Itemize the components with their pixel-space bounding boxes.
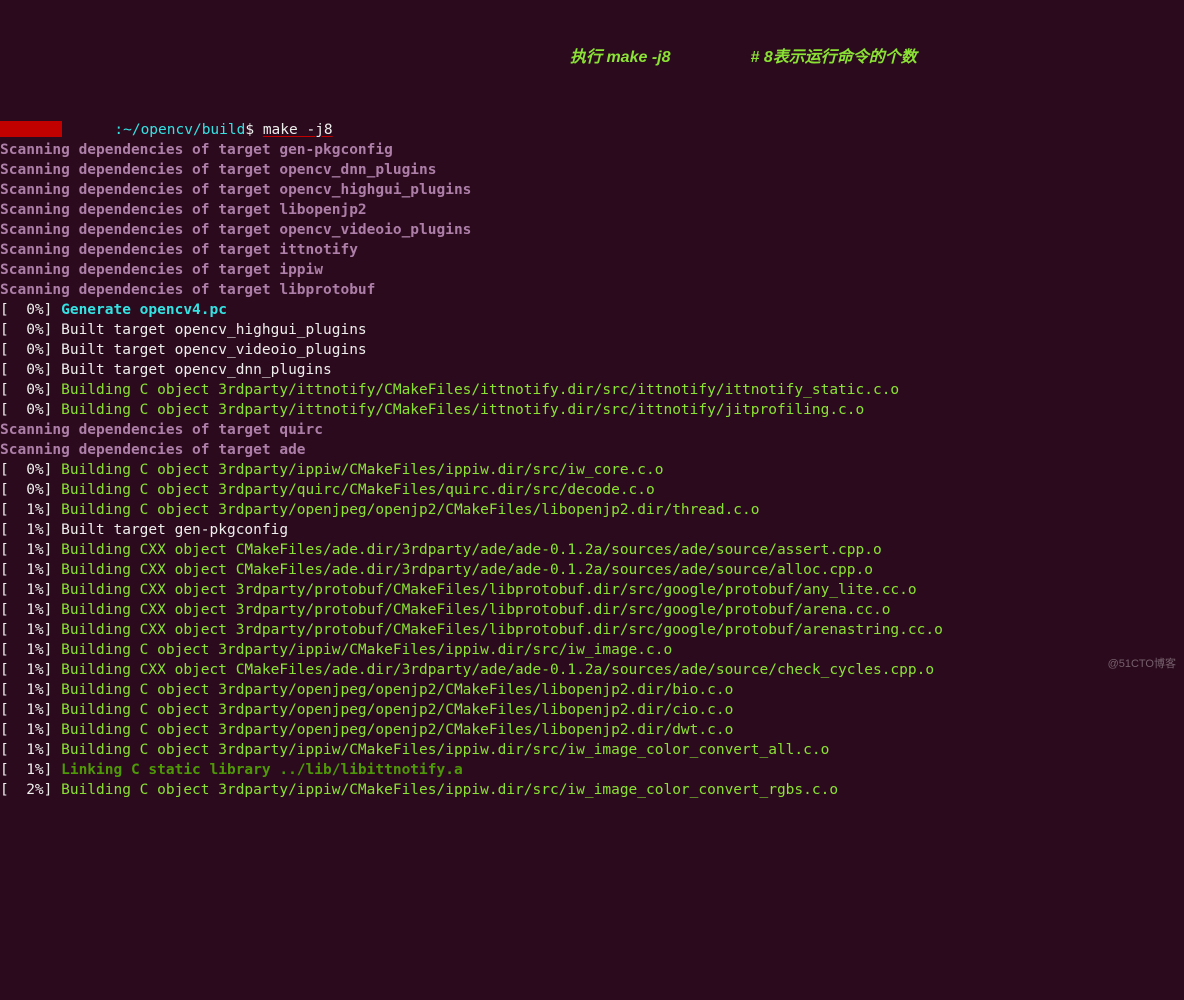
output-line: [ 0%] Building C object 3rdparty/quirc/C…: [0, 480, 1184, 500]
output-line: Scanning dependencies of target opencv_h…: [0, 180, 1184, 200]
output-line: [ 1%] Building CXX object CMakeFiles/ade…: [0, 540, 1184, 560]
prompt-symbol: $: [245, 122, 262, 138]
output-line: [ 1%] Building CXX object 3rdparty/proto…: [0, 620, 1184, 640]
output-line: [ 0%] Generate opencv4.pc: [0, 300, 1184, 320]
output-line: Scanning dependencies of target libopenj…: [0, 200, 1184, 220]
output-line: [ 1%] Building C object 3rdparty/ippiw/C…: [0, 740, 1184, 760]
annotation-overlay: 执行 make -j8 # 8表示运行命令的个数: [570, 48, 917, 68]
prompt-line[interactable]: :~/opencv/build$ make -j8: [0, 120, 1184, 140]
output-line: [ 1%] Building C object 3rdparty/openjpe…: [0, 680, 1184, 700]
output-line: Scanning dependencies of target opencv_v…: [0, 220, 1184, 240]
output-line: [ 1%] Building CXX object CMakeFiles/ade…: [0, 660, 1184, 680]
output-line: [ 0%] Built target opencv_highgui_plugin…: [0, 320, 1184, 340]
watermark: @51CTO博客: [1108, 654, 1176, 674]
terminal-output: :~/opencv/build$ make -j8Scanning depend…: [0, 80, 1184, 820]
output-line: [ 1%] Linking C static library ../lib/li…: [0, 760, 1184, 780]
output-line: [ 1%] Building CXX object 3rdparty/proto…: [0, 600, 1184, 620]
prompt-path: :~/opencv/build: [114, 122, 245, 138]
annotation-left: 执行 make -j8: [570, 48, 671, 68]
output-line: Scanning dependencies of target gen-pkgc…: [0, 140, 1184, 160]
output-line: [ 1%] Building C object 3rdparty/openjpe…: [0, 700, 1184, 720]
output-line: [ 2%] Building C object 3rdparty/ippiw/C…: [0, 780, 1184, 800]
output-line: [ 0%] Built target opencv_dnn_plugins: [0, 360, 1184, 380]
output-line: Scanning dependencies of target ippiw: [0, 260, 1184, 280]
output-line: Scanning dependencies of target ade: [0, 440, 1184, 460]
output-line: Scanning dependencies of target opencv_d…: [0, 160, 1184, 180]
host-redacted: [0, 121, 62, 137]
annotation-right: # 8表示运行命令的个数: [751, 48, 917, 68]
output-line: [ 1%] Building C object 3rdparty/openjpe…: [0, 720, 1184, 740]
output-line: [ 0%] Built target opencv_videoio_plugin…: [0, 340, 1184, 360]
output-line: [ 1%] Building CXX object CMakeFiles/ade…: [0, 560, 1184, 580]
output-line: [ 1%] Building C object 3rdparty/openjpe…: [0, 500, 1184, 520]
output-line: [ 1%] Building CXX object 3rdparty/proto…: [0, 580, 1184, 600]
output-line: Scanning dependencies of target quirc: [0, 420, 1184, 440]
output-line: [ 1%] Building C object 3rdparty/ippiw/C…: [0, 640, 1184, 660]
output-line: [ 0%] Building C object 3rdparty/ittnoti…: [0, 380, 1184, 400]
prompt-command: make -j8: [263, 122, 333, 138]
output-line: Scanning dependencies of target ittnotif…: [0, 240, 1184, 260]
output-line: [ 1%] Built target gen-pkgconfig: [0, 520, 1184, 540]
output-line: [ 0%] Building C object 3rdparty/ittnoti…: [0, 400, 1184, 420]
output-line: [ 0%] Building C object 3rdparty/ippiw/C…: [0, 460, 1184, 480]
output-line: Scanning dependencies of target libproto…: [0, 280, 1184, 300]
